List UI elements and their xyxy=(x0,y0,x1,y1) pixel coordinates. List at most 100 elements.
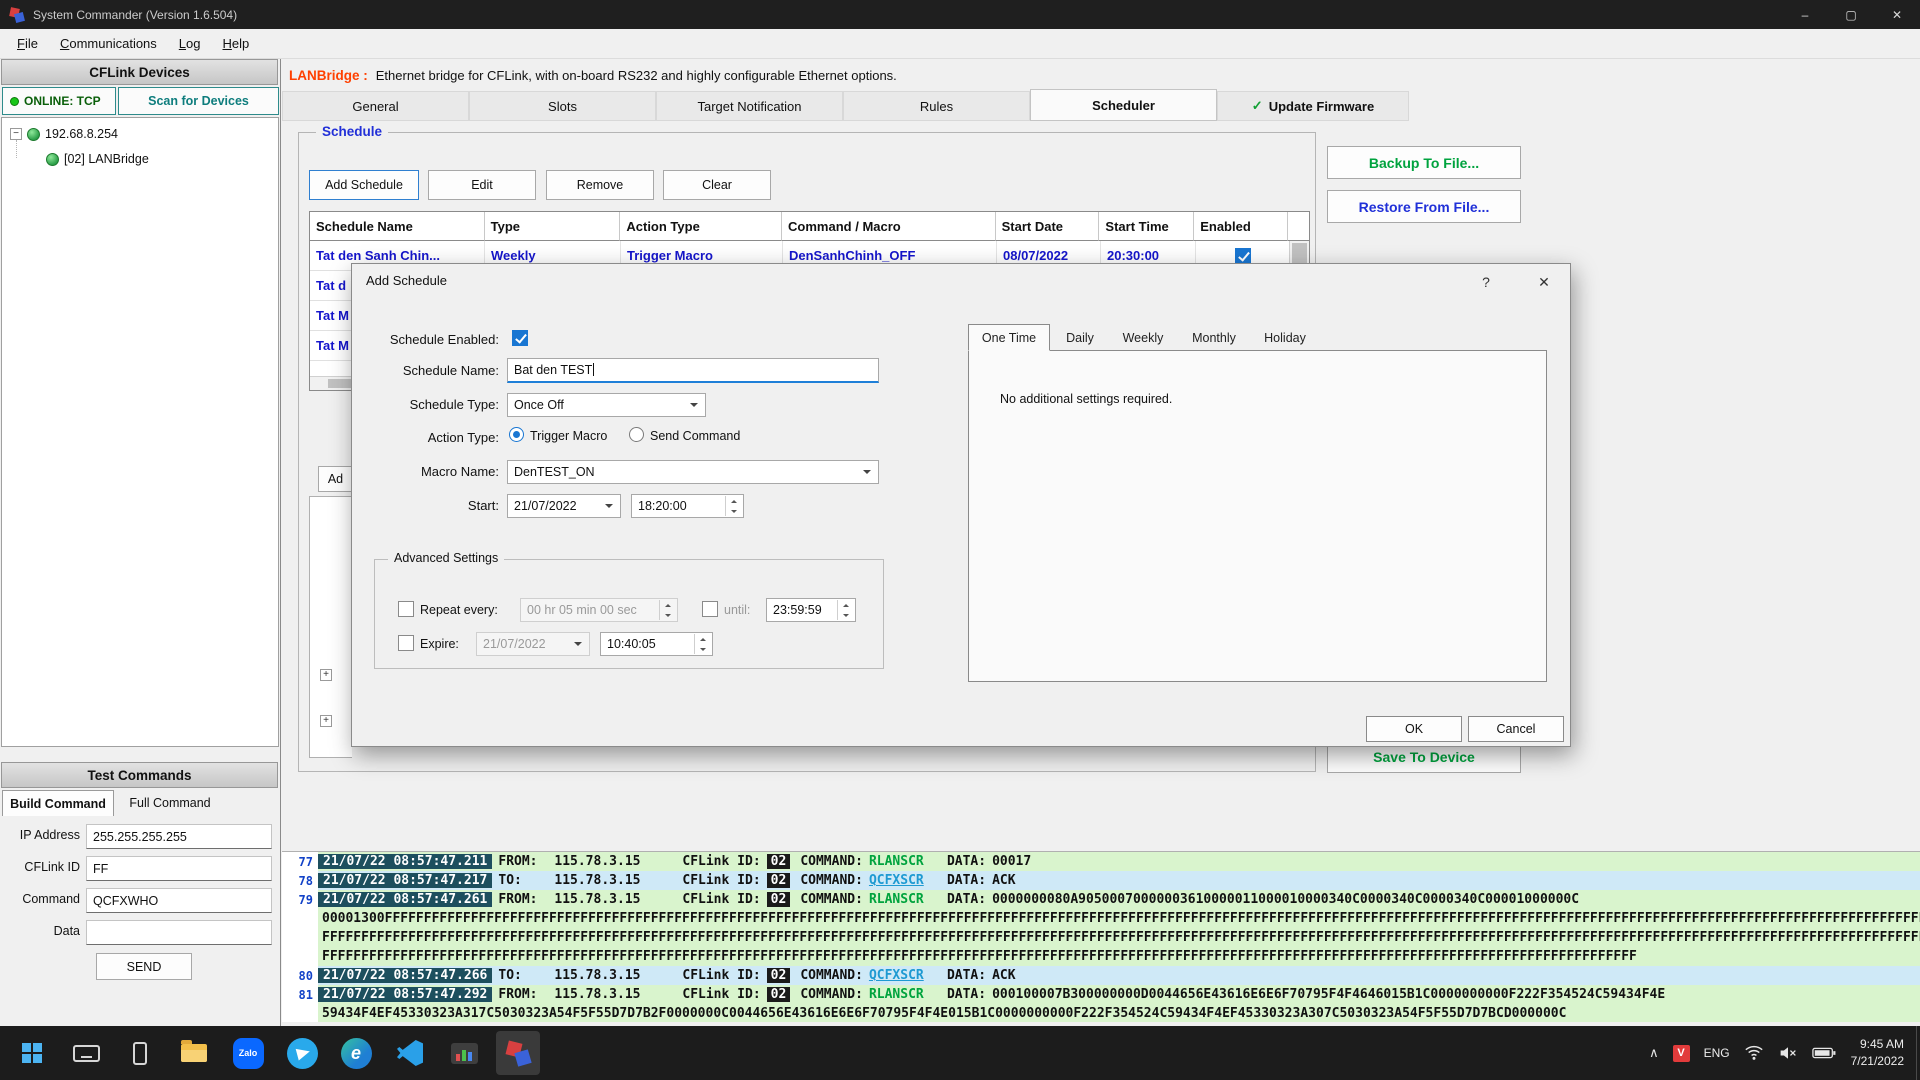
close-button[interactable]: ✕ xyxy=(1874,0,1920,29)
send-button[interactable]: SEND xyxy=(96,953,192,980)
tree-collapse-icon[interactable]: − xyxy=(10,128,22,140)
language-indicator[interactable]: ENG xyxy=(1697,1033,1737,1073)
col-type[interactable]: Type xyxy=(485,212,621,241)
help-button[interactable]: ? xyxy=(1472,269,1500,295)
tray-app-button[interactable]: V xyxy=(1666,1033,1697,1073)
cancel-button[interactable]: Cancel xyxy=(1468,716,1564,742)
edit-button[interactable]: Edit xyxy=(428,170,536,200)
show-desktop-button[interactable] xyxy=(1916,1026,1920,1080)
log-line[interactable]: 7721/07/22 08:57:47.211FROM:115.78.3.15C… xyxy=(282,852,1920,871)
restore-from-file-button[interactable]: Restore From File... xyxy=(1327,190,1521,223)
start-date-select[interactable]: 21/07/2022 xyxy=(507,494,621,518)
backup-to-file-button[interactable]: Backup To File... xyxy=(1327,146,1521,179)
scan-for-devices-button[interactable]: Scan for Devices xyxy=(118,87,279,115)
tree-expand-icon[interactable]: + xyxy=(320,715,332,727)
tab-build-command[interactable]: Build Command xyxy=(2,790,114,816)
data-field[interactable] xyxy=(86,920,272,945)
ok-button[interactable]: OK xyxy=(1366,716,1462,742)
remove-button[interactable]: Remove xyxy=(546,170,654,200)
col-start-date[interactable]: Start Date xyxy=(996,212,1100,241)
volume-button[interactable] xyxy=(1771,1033,1805,1073)
spinner-arrows-icon[interactable] xyxy=(694,634,711,654)
clear-button[interactable]: Clear xyxy=(663,170,771,200)
menu-item-file[interactable]: File xyxy=(6,30,49,57)
radio-send-command[interactable] xyxy=(629,427,644,442)
log-line-body: 00001300FFFFFFFFFFFFFFFFFFFFFFFFFFFFFFFF… xyxy=(318,909,1920,928)
command-field[interactable]: QCFXWHO xyxy=(86,888,272,913)
add-schedule-button[interactable]: Add Schedule xyxy=(309,170,419,200)
dialog-tab-holiday[interactable]: Holiday xyxy=(1252,324,1318,351)
until-time-spinner[interactable]: 23:59:59 xyxy=(766,598,856,622)
log-data-value: ACK xyxy=(992,873,1920,888)
log-line[interactable]: 8021/07/22 08:57:47.266TO:115.78.3.15CFL… xyxy=(282,966,1920,985)
radio-trigger-macro[interactable] xyxy=(509,427,524,442)
dialog-tab-weekly[interactable]: Weekly xyxy=(1110,324,1176,351)
maximize-button[interactable]: ▢ xyxy=(1828,0,1874,29)
ip-address-field[interactable]: 255.255.255.255 xyxy=(86,824,272,849)
menu-item-help[interactable]: Help xyxy=(212,30,261,57)
log-line[interactable]: 8121/07/22 08:57:47.292FROM:115.78.3.15C… xyxy=(282,985,1920,1004)
tab-target-notification[interactable]: Target Notification xyxy=(656,91,843,121)
start-button[interactable] xyxy=(10,1031,54,1075)
col-command-macro[interactable]: Command / Macro xyxy=(782,212,996,241)
tray-overflow-button[interactable]: ∧ xyxy=(1642,1033,1666,1073)
tab-full-command[interactable]: Full Command xyxy=(116,790,224,816)
spinner-arrows-icon[interactable] xyxy=(725,496,742,516)
dialog-tab-daily[interactable]: Daily xyxy=(1052,324,1108,351)
partial-add-button[interactable]: Ad xyxy=(318,466,353,492)
spinner-arrows-icon[interactable] xyxy=(837,600,854,620)
col-action-type[interactable]: Action Type xyxy=(620,212,782,241)
log-line[interactable]: 7821/07/22 08:57:47.217TO:115.78.3.15CFL… xyxy=(282,871,1920,890)
enabled-checkbox[interactable] xyxy=(1235,248,1251,264)
expire-checkbox[interactable] xyxy=(398,635,414,651)
expire-date-select[interactable]: 21/07/2022 xyxy=(476,632,590,656)
log-line[interactable]: 7921/07/22 08:57:47.261FROM:115.78.3.15C… xyxy=(282,890,1920,909)
expire-time-spinner[interactable]: 10:40:05 xyxy=(600,632,713,656)
vscode-button[interactable] xyxy=(388,1031,432,1075)
schedule-enabled-checkbox[interactable] xyxy=(512,330,528,346)
tab-slots[interactable]: Slots xyxy=(469,91,656,121)
menu-item-log[interactable]: Log xyxy=(168,30,212,57)
menu-item-communications[interactable]: Communications xyxy=(49,30,168,57)
tab-general[interactable]: General xyxy=(282,91,469,121)
spinner-arrows-icon[interactable] xyxy=(659,600,676,620)
tree-expand-icon[interactable]: + xyxy=(320,669,332,681)
until-label[interactable]: until: xyxy=(724,603,750,617)
tree-child-item[interactable]: [02] LANBridge xyxy=(46,152,149,166)
repeat-every-label[interactable]: Repeat every: xyxy=(420,603,498,617)
system-commander-button[interactable] xyxy=(496,1031,540,1075)
radio-trigger-macro-label[interactable]: Trigger Macro xyxy=(530,429,607,443)
macro-name-select[interactable]: DenTEST_ON xyxy=(507,460,879,484)
edge-button[interactable]: e xyxy=(334,1031,378,1075)
schedule-type-select[interactable]: Once Off xyxy=(507,393,706,417)
dialog-tab-one-time[interactable]: One Time xyxy=(968,324,1050,351)
cflink-id-field[interactable]: FF xyxy=(86,856,272,881)
col-enabled[interactable]: Enabled xyxy=(1194,212,1288,241)
expire-label[interactable]: Expire: xyxy=(420,637,459,651)
schedule-name-input[interactable]: Bat den TEST xyxy=(507,358,879,383)
file-explorer-button[interactable] xyxy=(172,1031,216,1075)
radio-send-command-label[interactable]: Send Command xyxy=(650,429,740,443)
log-viewer-button[interactable] xyxy=(442,1031,486,1075)
dialog-tab-monthly[interactable]: Monthly xyxy=(1178,324,1250,351)
touch-keyboard-button[interactable] xyxy=(64,1031,108,1075)
dialog-close-button[interactable]: ✕ xyxy=(1530,269,1558,295)
telegram-button[interactable] xyxy=(280,1031,324,1075)
clock[interactable]: 9:45 AM 7/21/2022 xyxy=(1843,1036,1916,1071)
tree-root-item[interactable]: − 192.68.8.254 xyxy=(10,127,118,141)
col-schedule-name[interactable]: Schedule Name xyxy=(310,212,485,241)
tab-rules[interactable]: Rules xyxy=(843,91,1030,121)
phone-link-button[interactable] xyxy=(118,1031,162,1075)
repeat-interval-spinner[interactable]: 00 hr 05 min 00 sec xyxy=(520,598,678,622)
col-start-time[interactable]: Start Time xyxy=(1099,212,1194,241)
repeat-every-checkbox[interactable] xyxy=(398,601,414,617)
start-time-spinner[interactable]: 18:20:00 xyxy=(631,494,744,518)
zalo-button[interactable]: Zalo xyxy=(226,1031,270,1075)
tab-scheduler[interactable]: Scheduler xyxy=(1030,89,1217,121)
wifi-button[interactable] xyxy=(1737,1033,1771,1073)
online-status[interactable]: ONLINE: TCP xyxy=(2,87,116,115)
battery-button[interactable] xyxy=(1805,1033,1843,1073)
tab-update-firmware[interactable]: ✓ Update Firmware xyxy=(1217,91,1409,121)
until-checkbox[interactable] xyxy=(702,601,718,617)
minimize-button[interactable]: – xyxy=(1782,0,1828,29)
